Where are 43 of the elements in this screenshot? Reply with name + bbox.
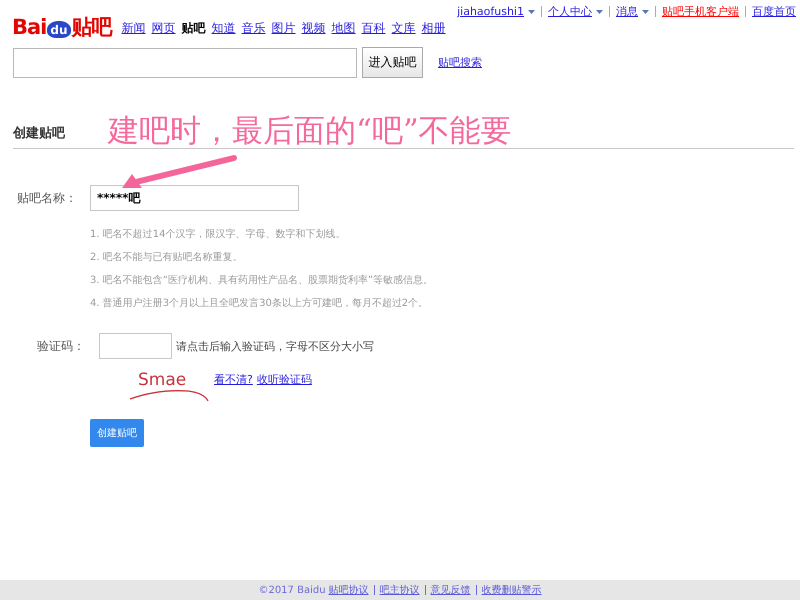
caret-icon[interactable] xyxy=(642,10,649,14)
tieba-name-field[interactable]: *****吧 xyxy=(90,185,299,211)
user-bar-link[interactable]: jiahaofushi1 xyxy=(457,5,524,18)
captcha-field[interactable] xyxy=(99,333,172,359)
copyright-text: ©2017 Baidu xyxy=(258,584,326,596)
field-label: 贴吧名称： xyxy=(16,190,78,206)
footer-link[interactable]: 吧主协议 xyxy=(380,583,420,597)
captcha-link[interactable]: 收听验证码 xyxy=(256,372,312,387)
field-label: 验证码： xyxy=(36,338,85,354)
nav-link[interactable]: 贴吧 xyxy=(182,20,206,37)
hint-text: 4. 普通用户注册3个月以上且全吧发言30条以上方可建吧，每月不超过2个。 xyxy=(90,296,430,311)
nav-link[interactable]: 音乐 xyxy=(242,20,266,37)
user-bar-link[interactable]: 贴吧手机客户端 xyxy=(662,4,739,19)
nav-link[interactable]: 相册 xyxy=(422,20,446,37)
captcha-link[interactable]: 看不清? xyxy=(214,372,253,387)
nav-link[interactable]: 网页 xyxy=(152,20,176,37)
caret-icon[interactable] xyxy=(528,10,535,14)
baidu-tieba-logo[interactable]: Bai du 贴吧 xyxy=(12,17,112,38)
footer-link[interactable]: 收费删贴警示 xyxy=(482,583,542,597)
footer-link[interactable]: 意见反馈 xyxy=(430,583,471,597)
nav-link[interactable]: 知道 xyxy=(212,20,236,37)
user-bar-link[interactable]: 个人中心 xyxy=(548,4,592,19)
hint-text: 1. 吧名不超过14个汉字，限汉字、字母、数字和下划线。 xyxy=(90,228,346,242)
nav-link[interactable]: 文库 xyxy=(392,20,416,37)
nav-link[interactable]: 视频 xyxy=(302,20,326,37)
captcha-image[interactable]: Smae xyxy=(128,367,210,403)
nav-link[interactable]: 新闻 xyxy=(122,20,146,37)
caret-icon[interactable] xyxy=(596,10,603,14)
nav-link[interactable]: 图片 xyxy=(272,20,296,37)
annotation-text: 建吧时，最后面的“吧”不能要 xyxy=(108,112,512,151)
search-field[interactable] xyxy=(13,48,357,78)
tieba-search-link[interactable]: 贴吧搜索 xyxy=(438,55,482,70)
captcha-hint: 请点击后输入验证码，字母不区分大小写 xyxy=(176,338,374,354)
create-tieba-button[interactable]: 创建贴吧 xyxy=(90,419,144,447)
nav-link[interactable]: 地图 xyxy=(332,20,356,37)
enter-tieba-button[interactable]: 进入贴吧 xyxy=(362,47,423,78)
hint-text: 3. 吧名不能包含“医疗机构、具有药用性产品名、股票期货利率”等敏感信息。 xyxy=(90,274,434,288)
hint-text: 2. 吧名不能与已有贴吧名称重复。 xyxy=(90,250,244,265)
section-title: 创建贴吧 xyxy=(13,125,65,142)
nav-link[interactable]: 百科 xyxy=(362,20,386,37)
user-bar-link[interactable]: 消息 xyxy=(616,4,638,19)
footer-link[interactable]: 贴吧协议 xyxy=(328,583,369,597)
user-bar-link[interactable]: 百度首页 xyxy=(752,4,796,19)
